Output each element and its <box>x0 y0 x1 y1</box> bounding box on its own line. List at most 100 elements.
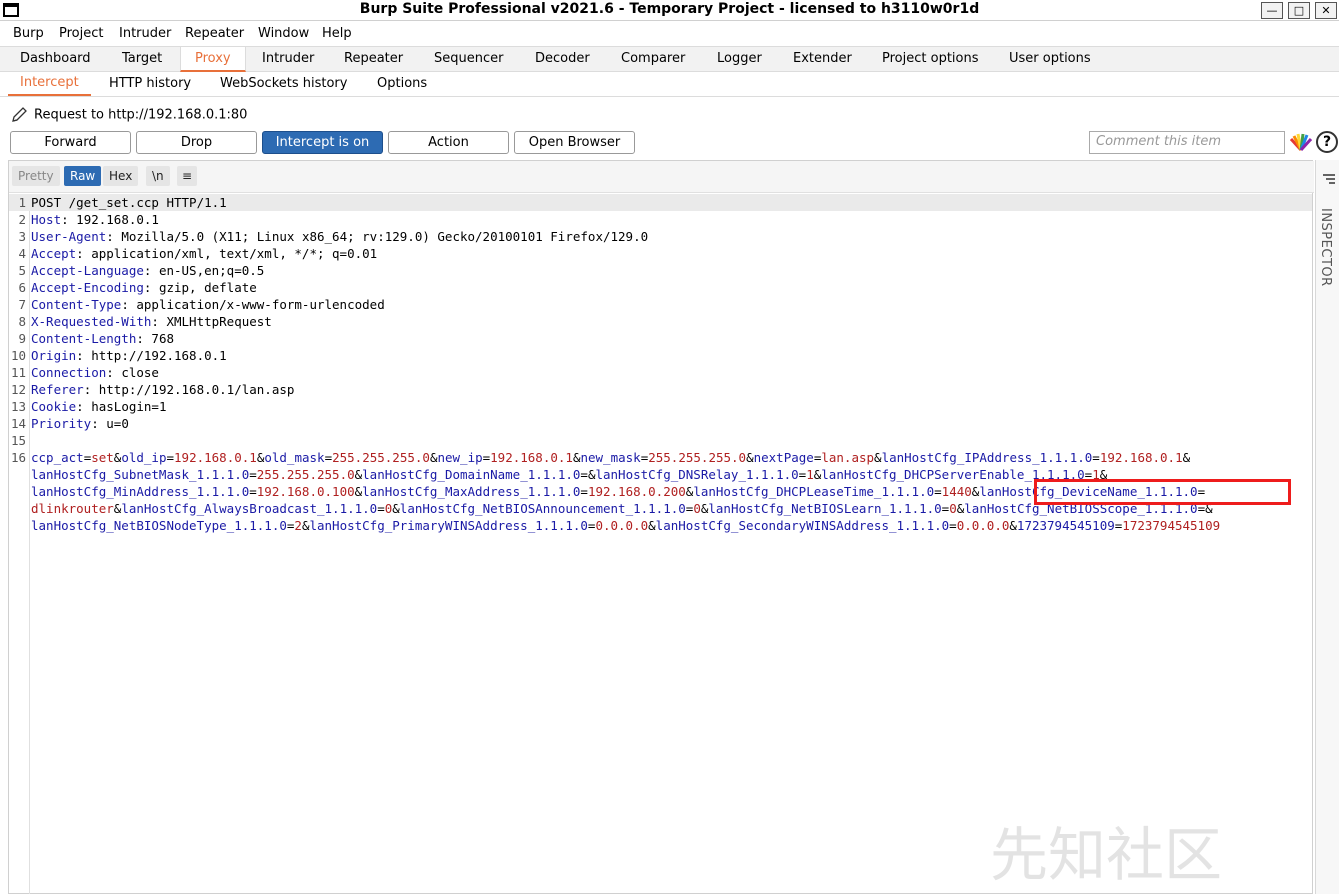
open-browser-button[interactable]: Open Browser <box>514 131 635 154</box>
param-name: old_ip <box>121 450 167 465</box>
param-equals: = <box>249 484 257 499</box>
tab-intercept[interactable]: Intercept <box>8 72 91 96</box>
menu-help[interactable]: Help <box>322 26 352 41</box>
param-name: new_ip <box>437 450 483 465</box>
line-text: Cookie: hasLogin=1 <box>31 398 166 415</box>
param-name: lanHostCfg_SubnetMask_1.1.1.0 <box>31 467 250 482</box>
param-name: nextPage <box>753 450 814 465</box>
tab-project-options[interactable]: Project options <box>882 51 979 66</box>
line-number: 3 <box>18 229 26 244</box>
line-text: Accept-Language: en-US,en;q=0.5 <box>31 262 264 279</box>
tab-dashboard[interactable]: Dashboard <box>20 51 91 66</box>
param-value: 1 <box>806 467 814 482</box>
header-value: Mozilla/5.0 (X11; Linux x86_64; rv:129.0… <box>113 229 649 244</box>
tab-intruder[interactable]: Intruder <box>262 51 314 66</box>
param-name: lanHostCfg_NetBIOSAnnouncement_1.1.1.0 <box>399 501 686 516</box>
close-button[interactable]: ✕ <box>1315 2 1337 19</box>
header-separator: : <box>106 365 114 380</box>
header-separator: : <box>151 314 159 329</box>
header-value: http://192.168.0.1/lan.asp <box>91 382 295 397</box>
show-newlines-button[interactable]: \n <box>146 166 170 186</box>
tab-logger[interactable]: Logger <box>717 51 762 66</box>
header-separator: : <box>76 348 84 363</box>
request-target: Request to http://192.168.0.1:80 <box>10 106 247 124</box>
line-number: 13 <box>10 399 26 414</box>
tab-user-options[interactable]: User options <box>1009 51 1091 66</box>
header-name: Referer <box>31 382 84 397</box>
param-name: lanHostCfg_NetBIOSLearn_1.1.1.0 <box>708 501 942 516</box>
line-text: POST /get_set.ccp HTTP/1.1 <box>31 194 227 211</box>
window-title: Burp Suite Professional v2021.6 - Tempor… <box>359 1 980 17</box>
param-value: 255.255.255.0 <box>648 450 747 465</box>
minimize-button[interactable]: — <box>1261 2 1283 19</box>
line-number: 1 <box>18 195 26 210</box>
menu-repeater[interactable]: Repeater <box>185 26 244 41</box>
line-number: 15 <box>10 433 26 448</box>
tab-http-history[interactable]: HTTP history <box>109 76 191 91</box>
forward-button[interactable]: Forward <box>10 131 131 154</box>
raw-view-button[interactable]: Raw <box>64 166 102 186</box>
header-separator: : <box>61 212 69 227</box>
param-name: 1723794545109 <box>1016 518 1115 533</box>
drop-button[interactable]: Drop <box>136 131 257 154</box>
param-value: 192.168.0.200 <box>587 484 686 499</box>
menu-window[interactable]: Window <box>258 26 309 41</box>
tab-repeater[interactable]: Repeater <box>344 51 403 66</box>
tab-sequencer[interactable]: Sequencer <box>434 51 503 66</box>
param-name: lanHostCfg_AlwaysBroadcast_1.1.1.0 <box>121 501 378 516</box>
code-line: 14 Priority: u=0 <box>9 415 1312 432</box>
menu-intruder[interactable]: Intruder <box>119 26 171 41</box>
tab-extender[interactable]: Extender <box>793 51 852 66</box>
param-value: dlinkrouter <box>31 501 114 516</box>
param-value: 0 <box>949 501 957 516</box>
pretty-view-button[interactable]: Pretty <box>12 166 60 186</box>
inspector-menu-icon[interactable] <box>1322 172 1336 186</box>
header-name: X-Requested-With <box>31 314 152 329</box>
tab-decoder[interactable]: Decoder <box>535 51 590 66</box>
tab-options[interactable]: Options <box>377 76 427 91</box>
param-value: 1723794545109 <box>1122 518 1221 533</box>
param-equals: = <box>949 518 957 533</box>
request-line-text: POST /get_set.ccp HTTP/1.1 <box>31 195 227 210</box>
param-name: ccp_act <box>31 450 84 465</box>
request-editor[interactable]: Pretty Raw Hex \n ≡ 1 POST /get_set.ccp H… <box>8 160 1314 894</box>
tab-websockets-history[interactable]: WebSockets history <box>220 76 347 91</box>
comment-input[interactable]: Comment this item <box>1089 131 1285 154</box>
menu-icon[interactable]: ≡ <box>177 166 198 186</box>
header-separator: : <box>121 297 129 312</box>
line-number: 14 <box>10 416 26 431</box>
param-value: 192.168.0.1 <box>1099 450 1183 465</box>
tab-comparer[interactable]: Comparer <box>621 51 685 66</box>
intercept-toggle-button[interactable]: Intercept is on <box>262 131 383 154</box>
header-value: http://192.168.0.1 <box>83 348 227 363</box>
header-value: application/x-www-form-urlencoded <box>128 297 385 312</box>
line-text: X-Requested-With: XMLHttpRequest <box>31 313 272 330</box>
param-value: set <box>91 450 114 465</box>
line-number: 6 <box>18 280 26 295</box>
request-target-label: Request to http://192.168.0.1:80 <box>34 107 248 123</box>
header-value: close <box>113 365 159 380</box>
action-button[interactable]: Action <box>388 131 509 154</box>
header-value: en-US,en;q=0.5 <box>151 263 265 278</box>
param-separator: & <box>746 450 754 465</box>
header-name: Accept-Encoding <box>31 280 144 295</box>
header-name: Origin <box>31 348 77 363</box>
code-line: 8 X-Requested-With: XMLHttpRequest <box>9 313 1312 330</box>
param-equals: = <box>377 501 385 516</box>
param-value: lan.asp <box>821 450 875 465</box>
hex-view-button[interactable]: Hex <box>103 166 139 186</box>
menu-burp[interactable]: Burp <box>13 26 44 41</box>
highlight-color-icon[interactable] <box>1290 133 1312 151</box>
param-equals: = <box>249 467 257 482</box>
param-value: 2 <box>294 518 302 533</box>
tab-proxy[interactable]: Proxy <box>180 47 246 72</box>
main-tab-bar: Dashboard Target Proxy Intruder Repeater… <box>0 46 1339 72</box>
param-name: lanHostCfg_DHCPLeaseTime_1.1.1.0 <box>693 484 935 499</box>
menu-project[interactable]: Project <box>59 26 103 41</box>
tab-target[interactable]: Target <box>122 51 162 66</box>
help-icon[interactable]: ? <box>1316 131 1338 153</box>
header-separator: : <box>76 246 84 261</box>
inspector-panel[interactable]: INSPECTOR <box>1315 160 1339 894</box>
maximize-button[interactable]: □ <box>1288 2 1310 19</box>
line-number: 2 <box>18 212 26 227</box>
